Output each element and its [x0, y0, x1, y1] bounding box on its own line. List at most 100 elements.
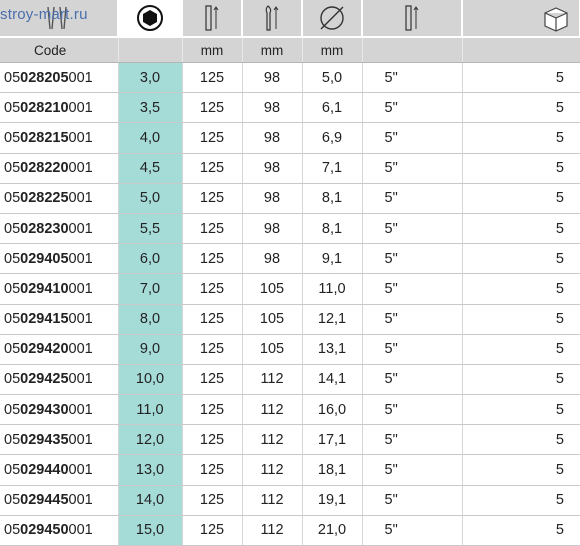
table-row: 05029420001 9,0 125 105 13,1 5" 5: [0, 334, 580, 365]
drive-size: 5": [362, 334, 463, 365]
pack-quantity: 5: [462, 213, 580, 245]
drive-size: 5": [362, 273, 463, 305]
tip-size: 13,0: [118, 454, 183, 486]
code-main: 029435: [20, 431, 69, 448]
tip-size: 9,0: [118, 334, 183, 365]
total-length: 98: [242, 122, 303, 154]
tip-size: 5,0: [118, 183, 183, 214]
tip-size: 15,0: [118, 515, 183, 546]
tip-size: 5,5: [118, 213, 183, 245]
table-row: 05028215001 4,0 125 98 6,9 5" 5: [0, 122, 580, 154]
table-row: 05028205001 3,0 125 98 5,0 5" 5: [0, 62, 580, 94]
table-row: 05028230001 5,5 125 98 8,1 5" 5: [0, 213, 580, 245]
drive-size: 5": [362, 515, 463, 546]
tip-size: 6,0: [118, 243, 183, 275]
pack-quantity: 5: [462, 62, 580, 94]
blade-length: 125: [182, 243, 243, 275]
header-quantity: [462, 37, 580, 63]
code-prefix: 05: [4, 431, 21, 448]
diameter: 16,0: [302, 394, 363, 426]
total-length-icon: [265, 5, 279, 31]
drive-size: 5": [362, 92, 463, 124]
diameter: 12,1: [302, 304, 363, 335]
article-code: 05029425001: [0, 364, 119, 396]
tip-size: 10,0: [118, 364, 183, 396]
total-length: 98: [242, 62, 303, 94]
diameter-icon: [320, 6, 344, 30]
blade-length: 125: [182, 62, 243, 94]
code-prefix: 05: [4, 371, 21, 388]
code-prefix: 05: [4, 311, 21, 328]
code-suffix: 001: [68, 431, 93, 448]
code-suffix: 001: [68, 99, 93, 116]
product-table: Code mm mm mm 05028205001 3,0 125 98 5,0 5" 5 0…: [0, 0, 580, 546]
code-prefix: 05: [4, 492, 21, 509]
article-code: 05029450001: [0, 515, 119, 546]
drive-size: 5": [362, 394, 463, 426]
diameter: 8,1: [302, 213, 363, 245]
code-prefix: 05: [4, 401, 21, 418]
blade-length: 125: [182, 213, 243, 245]
tip-size: 12,0: [118, 424, 183, 456]
drive-length-icon: [405, 5, 419, 31]
drive-size: 5": [362, 243, 463, 275]
total-length: 98: [242, 153, 303, 184]
table-row: 05029450001 15,0 125 112 21,0 5" 5: [0, 515, 580, 546]
code-main: 029420: [20, 341, 69, 358]
drive-size: 5": [362, 213, 463, 245]
package-box-icon-cell: [462, 0, 580, 38]
code-main: 029405: [20, 250, 69, 267]
diameter: 9,1: [302, 243, 363, 275]
pack-quantity: 5: [462, 334, 580, 365]
pack-quantity: 5: [462, 394, 580, 426]
blade-length: 125: [182, 122, 243, 154]
total-length: 105: [242, 304, 303, 335]
package-box-icon: [544, 7, 568, 32]
code-suffix: 001: [68, 280, 93, 297]
tip-size: 8,0: [118, 304, 183, 335]
blade-length: 125: [182, 92, 243, 124]
code-prefix: 05: [4, 160, 21, 177]
hex-socket-icon: [137, 5, 163, 31]
code-suffix: 001: [68, 160, 93, 177]
diameter: 18,1: [302, 454, 363, 486]
code-main: 028230: [20, 220, 69, 237]
diameter: 6,1: [302, 92, 363, 124]
pack-quantity: 5: [462, 122, 580, 154]
header-blade-length: mm: [182, 37, 243, 63]
diameter: 6,9: [302, 122, 363, 154]
code-suffix: 001: [68, 371, 93, 388]
total-length: 98: [242, 183, 303, 214]
blade-length: 125: [182, 183, 243, 214]
article-code: 05028230001: [0, 213, 119, 245]
tip-size: 14,0: [118, 485, 183, 516]
code-suffix: 001: [68, 250, 93, 267]
code-suffix: 001: [68, 492, 93, 509]
diameter: 14,1: [302, 364, 363, 396]
total-length: 112: [242, 515, 303, 546]
header-drive: [362, 37, 463, 63]
total-length: 98: [242, 92, 303, 124]
code-suffix: 001: [68, 129, 93, 146]
diameter: 19,1: [302, 485, 363, 516]
total-length-icon-cell: [242, 0, 303, 38]
article-code: 05028225001: [0, 183, 119, 214]
drive-size: 5": [362, 364, 463, 396]
pack-quantity: 5: [462, 515, 580, 546]
pack-quantity: 5: [462, 485, 580, 516]
blade-length-icon-cell: [182, 0, 243, 38]
hex-socket-icon-cell: [118, 0, 183, 38]
pack-quantity: 5: [462, 92, 580, 124]
pack-quantity: 5: [462, 454, 580, 486]
diameter: 13,1: [302, 334, 363, 365]
code-main: 029410: [20, 280, 69, 297]
pack-quantity: 5: [462, 153, 580, 184]
diameter: 17,1: [302, 424, 363, 456]
pack-quantity: 5: [462, 273, 580, 305]
table-row: 05029415001 8,0 125 105 12,1 5" 5: [0, 304, 580, 335]
article-code: 05029430001: [0, 394, 119, 426]
pack-quantity: 5: [462, 364, 580, 396]
table-row: 05029430001 11,0 125 112 16,0 5" 5: [0, 394, 580, 426]
table-row: 05028220001 4,5 125 98 7,1 5" 5: [0, 153, 580, 184]
diameter: 21,0: [302, 515, 363, 546]
